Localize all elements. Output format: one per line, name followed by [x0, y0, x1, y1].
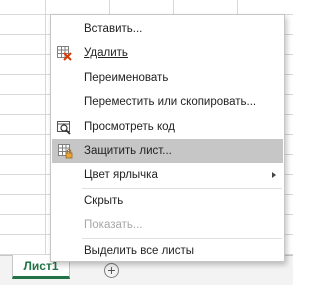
protect-sheet-icon	[57, 143, 73, 159]
menu-item-label: Цвет ярлычка	[84, 169, 158, 182]
menu-item-label: Просмотреть код	[84, 120, 176, 133]
view-code-icon	[56, 119, 72, 135]
menu-item-insert[interactable]: Вставить...	[51, 17, 284, 41]
menu-item-delete[interactable]: Удалить	[51, 41, 284, 65]
menu-item-label: Удалить	[84, 47, 128, 60]
chevron-right-icon	[272, 172, 276, 179]
menu-item-label: Переименовать	[84, 71, 169, 84]
menu-item-label: Скрыть	[84, 194, 124, 207]
sheet-context-menu: Вставить... Удалить Переименовать Переме…	[50, 14, 285, 262]
menu-item-label: Вставить...	[84, 23, 143, 35]
menu-item-label: Показать...	[84, 219, 143, 232]
menu-item-tab-color[interactable]: Цвет ярлычка	[51, 163, 284, 187]
menu-item-label: Выделить все листы	[84, 244, 194, 257]
menu-item-hide[interactable]: Скрыть	[51, 189, 284, 213]
menu-item-protect-sheet[interactable]: Защитить лист...	[52, 138, 283, 164]
menu-item-rename[interactable]: Переименовать	[51, 66, 284, 90]
menu-item-move-copy[interactable]: Переместить или скопировать...	[51, 90, 284, 114]
menu-item-label: Переместить или скопировать...	[84, 96, 257, 109]
menu-item-label: Защитить лист...	[84, 144, 172, 157]
menu-item-unhide: Показать...	[51, 213, 284, 237]
menu-item-view-code[interactable]: Просмотреть код	[51, 115, 284, 139]
menu-item-select-all-sheets[interactable]: Выделить все листы	[51, 239, 284, 263]
delete-sheet-icon	[56, 45, 72, 62]
plus-circle-icon[interactable]: +	[104, 263, 119, 278]
